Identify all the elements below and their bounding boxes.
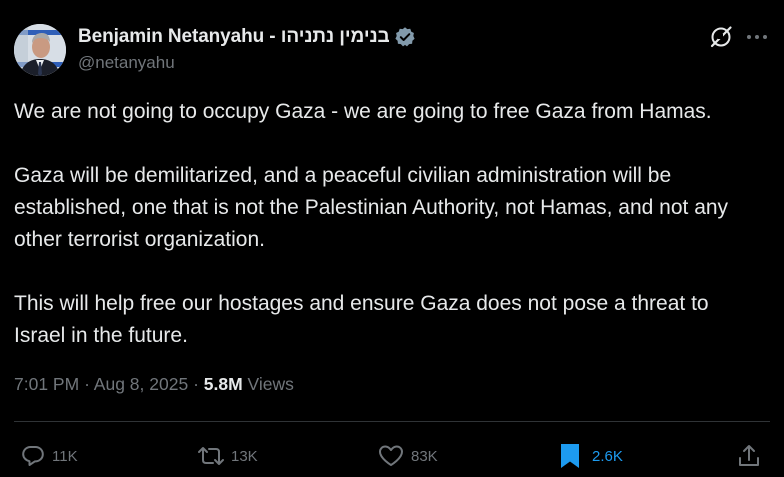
repost-button[interactable]: 13K xyxy=(197,441,258,471)
views-count[interactable]: 5.8M xyxy=(204,374,243,394)
repost-icon xyxy=(198,447,224,465)
author-name-row[interactable]: Benjamin Netanyahu - בנימין נתניהו xyxy=(78,26,416,48)
tweet-paragraph: We are not going to occupy Gaza - we are… xyxy=(14,100,712,123)
tweet-text: We are not going to occupy Gaza - we are… xyxy=(14,96,764,384)
author-handle[interactable]: @netanyahu xyxy=(78,53,175,73)
repost-count: 13K xyxy=(231,447,258,465)
tweet-paragraph: Gaza will be demilitarized, and a peacef… xyxy=(14,164,729,251)
like-button[interactable]: 83K xyxy=(377,441,438,471)
meta-separator: · xyxy=(193,374,199,394)
avatar[interactable] xyxy=(14,24,66,76)
reply-count: 11K xyxy=(52,447,78,465)
heart-icon xyxy=(379,445,403,466)
more-options-icon[interactable] xyxy=(744,24,770,50)
grok-icon[interactable] xyxy=(708,24,734,50)
tweet-time[interactable]: 7:01 PM xyxy=(14,374,79,394)
meta-separator: · xyxy=(84,374,90,394)
bookmark-count: 2.6K xyxy=(592,447,623,465)
tweet-meta: 7:01 PM · Aug 8, 2025 · 5.8M Views xyxy=(14,374,294,395)
tweet-date[interactable]: Aug 8, 2025 xyxy=(94,374,188,394)
avatar-image xyxy=(14,24,66,76)
bookmark-button[interactable]: 2.6K xyxy=(558,441,623,471)
verified-badge-icon[interactable] xyxy=(394,26,416,48)
divider xyxy=(14,421,770,422)
like-count: 83K xyxy=(411,447,438,465)
reply-button[interactable]: 11K xyxy=(20,441,78,471)
bookmark-icon xyxy=(561,444,579,468)
tweet-card: Benjamin Netanyahu - בנימין נתניהו @neta… xyxy=(0,0,784,477)
share-button[interactable] xyxy=(736,441,762,471)
author-name[interactable]: Benjamin Netanyahu - בנימין נתניהו xyxy=(78,26,390,48)
share-icon xyxy=(739,445,759,466)
reply-icon xyxy=(22,446,44,466)
views-label: Views xyxy=(247,374,294,394)
tweet-paragraph: This will help free our hostages and ens… xyxy=(14,292,709,347)
